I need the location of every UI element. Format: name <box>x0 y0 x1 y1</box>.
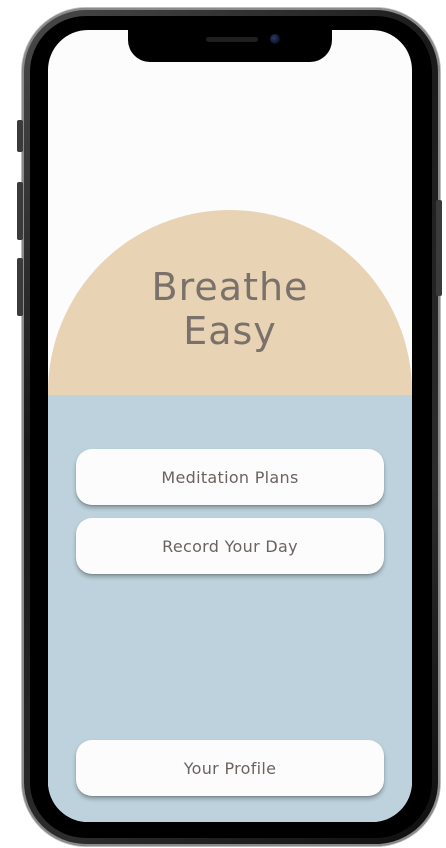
your-profile-button[interactable]: Your Profile <box>76 740 384 796</box>
volume-up-button <box>17 182 23 240</box>
notch <box>128 30 332 62</box>
power-button <box>436 200 442 296</box>
app-title-line1: Breathe <box>151 265 309 309</box>
record-your-day-button[interactable]: Record Your Day <box>76 518 384 574</box>
app-title: Breathe Easy <box>48 265 412 353</box>
camera-icon <box>270 34 280 44</box>
app-title-line2: Easy <box>183 309 277 353</box>
silent-switch <box>17 120 23 152</box>
app-screen: Breathe Easy Meditation Plans Record You… <box>48 30 412 822</box>
meditation-plans-button[interactable]: Meditation Plans <box>76 449 384 505</box>
volume-down-button <box>17 258 23 316</box>
speaker-icon <box>206 37 258 42</box>
